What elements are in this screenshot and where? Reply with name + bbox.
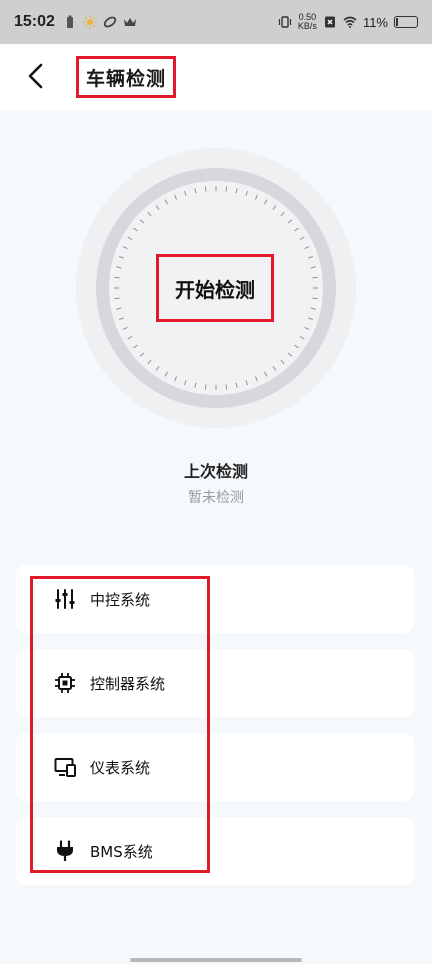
battery-saver-icon	[66, 15, 73, 28]
monitor-icon	[54, 756, 76, 778]
system-item-label: BMS系统	[90, 842, 153, 861]
start-inspection-button[interactable]: 开始检测	[156, 254, 274, 322]
status-bar: 15:02 0.50 KB/s 11%	[0, 0, 432, 44]
battery-level-fill	[396, 18, 398, 26]
plug-icon	[54, 840, 76, 862]
battery-icon	[394, 16, 418, 28]
battery-percent: 11%	[362, 14, 388, 30]
system-item-central-control[interactable]: 中控系统	[54, 584, 150, 614]
page-title: 车辆检测	[76, 56, 176, 98]
net-speed: 0.50 KB/s	[298, 13, 317, 31]
dial-tick	[312, 276, 318, 279]
system-item-instrument[interactable]: 仪表系统	[54, 752, 150, 782]
sun-icon	[83, 15, 97, 29]
crown-icon	[123, 18, 136, 26]
app-header: 车辆检测	[0, 44, 432, 110]
last-check-title: 上次检测	[183, 462, 248, 481]
chevron-left-icon	[28, 63, 43, 89]
chip-icon	[54, 672, 76, 694]
status-time: 15:02	[14, 13, 55, 30]
dial-tick	[204, 186, 207, 192]
wifi-icon	[343, 16, 357, 28]
system-item-label: 控制器系统	[90, 674, 166, 693]
vibrate-icon	[278, 16, 292, 28]
system-item-label: 仪表系统	[90, 758, 151, 777]
dial-tick	[114, 297, 120, 300]
inspection-dial: 开始检测	[76, 148, 356, 428]
notification-icons	[63, 15, 137, 29]
dial-tick	[225, 186, 228, 192]
status-right: 0.50 KB/s 11%	[278, 13, 418, 31]
sliders-icon	[54, 588, 76, 610]
home-indicator[interactable]	[130, 958, 302, 962]
system-item-controller[interactable]: 控制器系统	[54, 668, 165, 698]
dial-tick	[114, 276, 120, 279]
system-item-label: 中控系统	[90, 590, 151, 609]
back-button[interactable]	[18, 58, 54, 94]
system-item-bms[interactable]: BMS系统	[54, 836, 153, 866]
net-speed-unit: KB/s	[297, 21, 317, 31]
dial-tick	[225, 384, 228, 390]
link-icon	[103, 16, 117, 28]
last-check-value: 暂未检测	[188, 490, 244, 506]
dial-tick	[312, 297, 318, 300]
no-sim-icon	[324, 16, 335, 28]
dial-tick	[204, 384, 207, 390]
